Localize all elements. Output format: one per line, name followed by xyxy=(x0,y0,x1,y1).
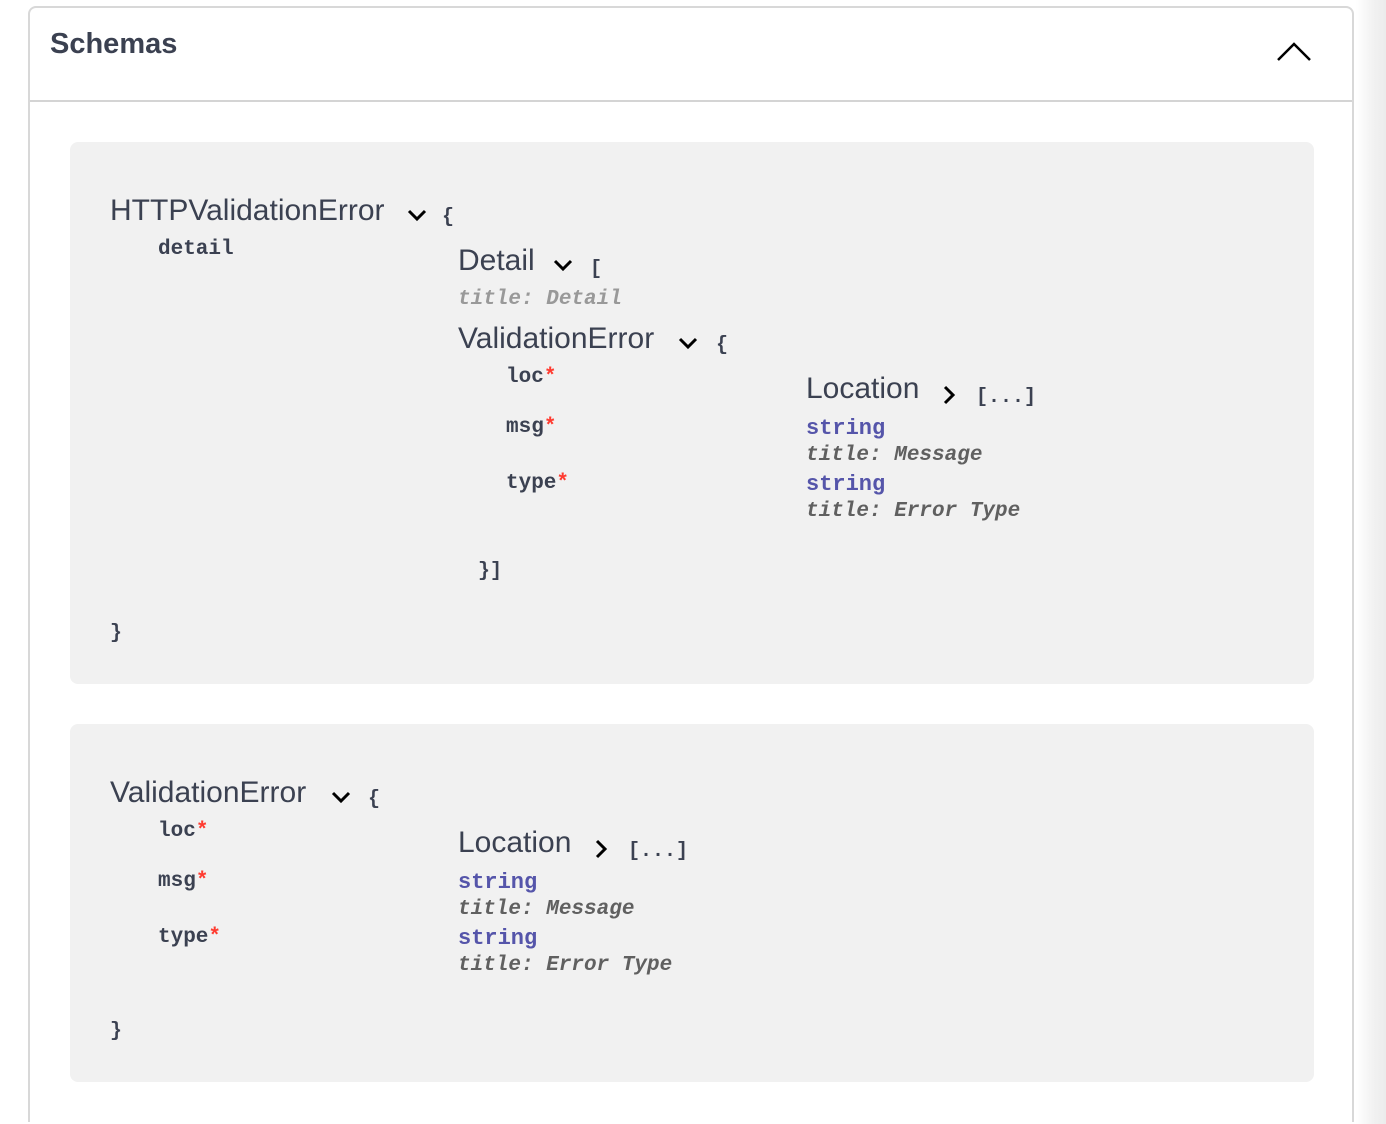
required-marker: * xyxy=(208,926,222,949)
property-name: msg xyxy=(506,416,544,439)
property-name: type xyxy=(506,472,557,495)
scrollbar-track[interactable] xyxy=(1356,0,1386,1124)
collapsed-array[interactable]: [...] xyxy=(628,840,688,863)
property-type: string xyxy=(458,870,538,895)
chevron-down-icon[interactable] xyxy=(677,334,699,352)
required-marker: * xyxy=(543,416,557,439)
chevron-right-icon[interactable] xyxy=(592,838,610,860)
required-marker: * xyxy=(543,366,557,389)
property-title: title: Error Type xyxy=(458,954,673,977)
item-title[interactable]: ValidationError xyxy=(458,322,654,356)
section-title: Schemas xyxy=(50,28,178,60)
property-title: title: Message xyxy=(806,444,983,467)
array-title[interactable]: Detail xyxy=(458,244,535,278)
chevron-down-icon[interactable] xyxy=(552,256,574,274)
property-type: string xyxy=(806,472,886,497)
property-title: title: Message xyxy=(458,898,635,921)
schemas-section: Schemas HTTPValidationError { detail Det… xyxy=(28,6,1354,1122)
property-title: title: Error Type xyxy=(806,500,1021,523)
location-title[interactable]: Location xyxy=(806,372,919,406)
model-http-validation-error: HTTPValidationError { detail Detail [ ti… xyxy=(70,142,1314,684)
chevron-down-icon[interactable] xyxy=(406,206,428,224)
collapsed-array[interactable]: [...] xyxy=(976,386,1036,409)
property-name: msg xyxy=(158,870,196,893)
property-row-type: type* xyxy=(158,926,221,949)
property-row-loc: loc* xyxy=(506,366,556,389)
close-brace-bracket: }] xyxy=(478,560,503,583)
chevron-up-icon[interactable] xyxy=(1274,36,1314,66)
location-title[interactable]: Location xyxy=(458,826,571,860)
required-marker: * xyxy=(195,870,209,893)
property-name: type xyxy=(158,926,209,949)
property-type: string xyxy=(806,416,886,441)
open-brace: { xyxy=(442,206,455,229)
close-brace: } xyxy=(110,622,123,645)
open-brace: { xyxy=(368,788,381,811)
model-title[interactable]: HTTPValidationError xyxy=(110,194,385,228)
property-type: string xyxy=(458,926,538,951)
property-name: loc xyxy=(506,366,544,389)
chevron-down-icon[interactable] xyxy=(330,788,352,806)
property-row-msg: msg* xyxy=(158,870,208,893)
model-validation-error: ValidationError { loc* Location [...] ms… xyxy=(70,724,1314,1082)
property-name: loc xyxy=(158,820,196,843)
open-brace: { xyxy=(716,334,729,357)
property-row-msg: msg* xyxy=(506,416,556,439)
array-title-label: title: Detail xyxy=(458,288,622,311)
close-brace: } xyxy=(110,1020,123,1043)
model-title[interactable]: ValidationError xyxy=(110,776,306,810)
property-row-type: type* xyxy=(506,472,569,495)
required-marker: * xyxy=(556,472,570,495)
schemas-header[interactable]: Schemas xyxy=(30,8,1352,102)
property-row-loc: loc* xyxy=(158,820,208,843)
property-name: detail xyxy=(158,238,234,261)
chevron-right-icon[interactable] xyxy=(940,384,958,406)
open-bracket: [ xyxy=(590,258,603,281)
required-marker: * xyxy=(195,820,209,843)
